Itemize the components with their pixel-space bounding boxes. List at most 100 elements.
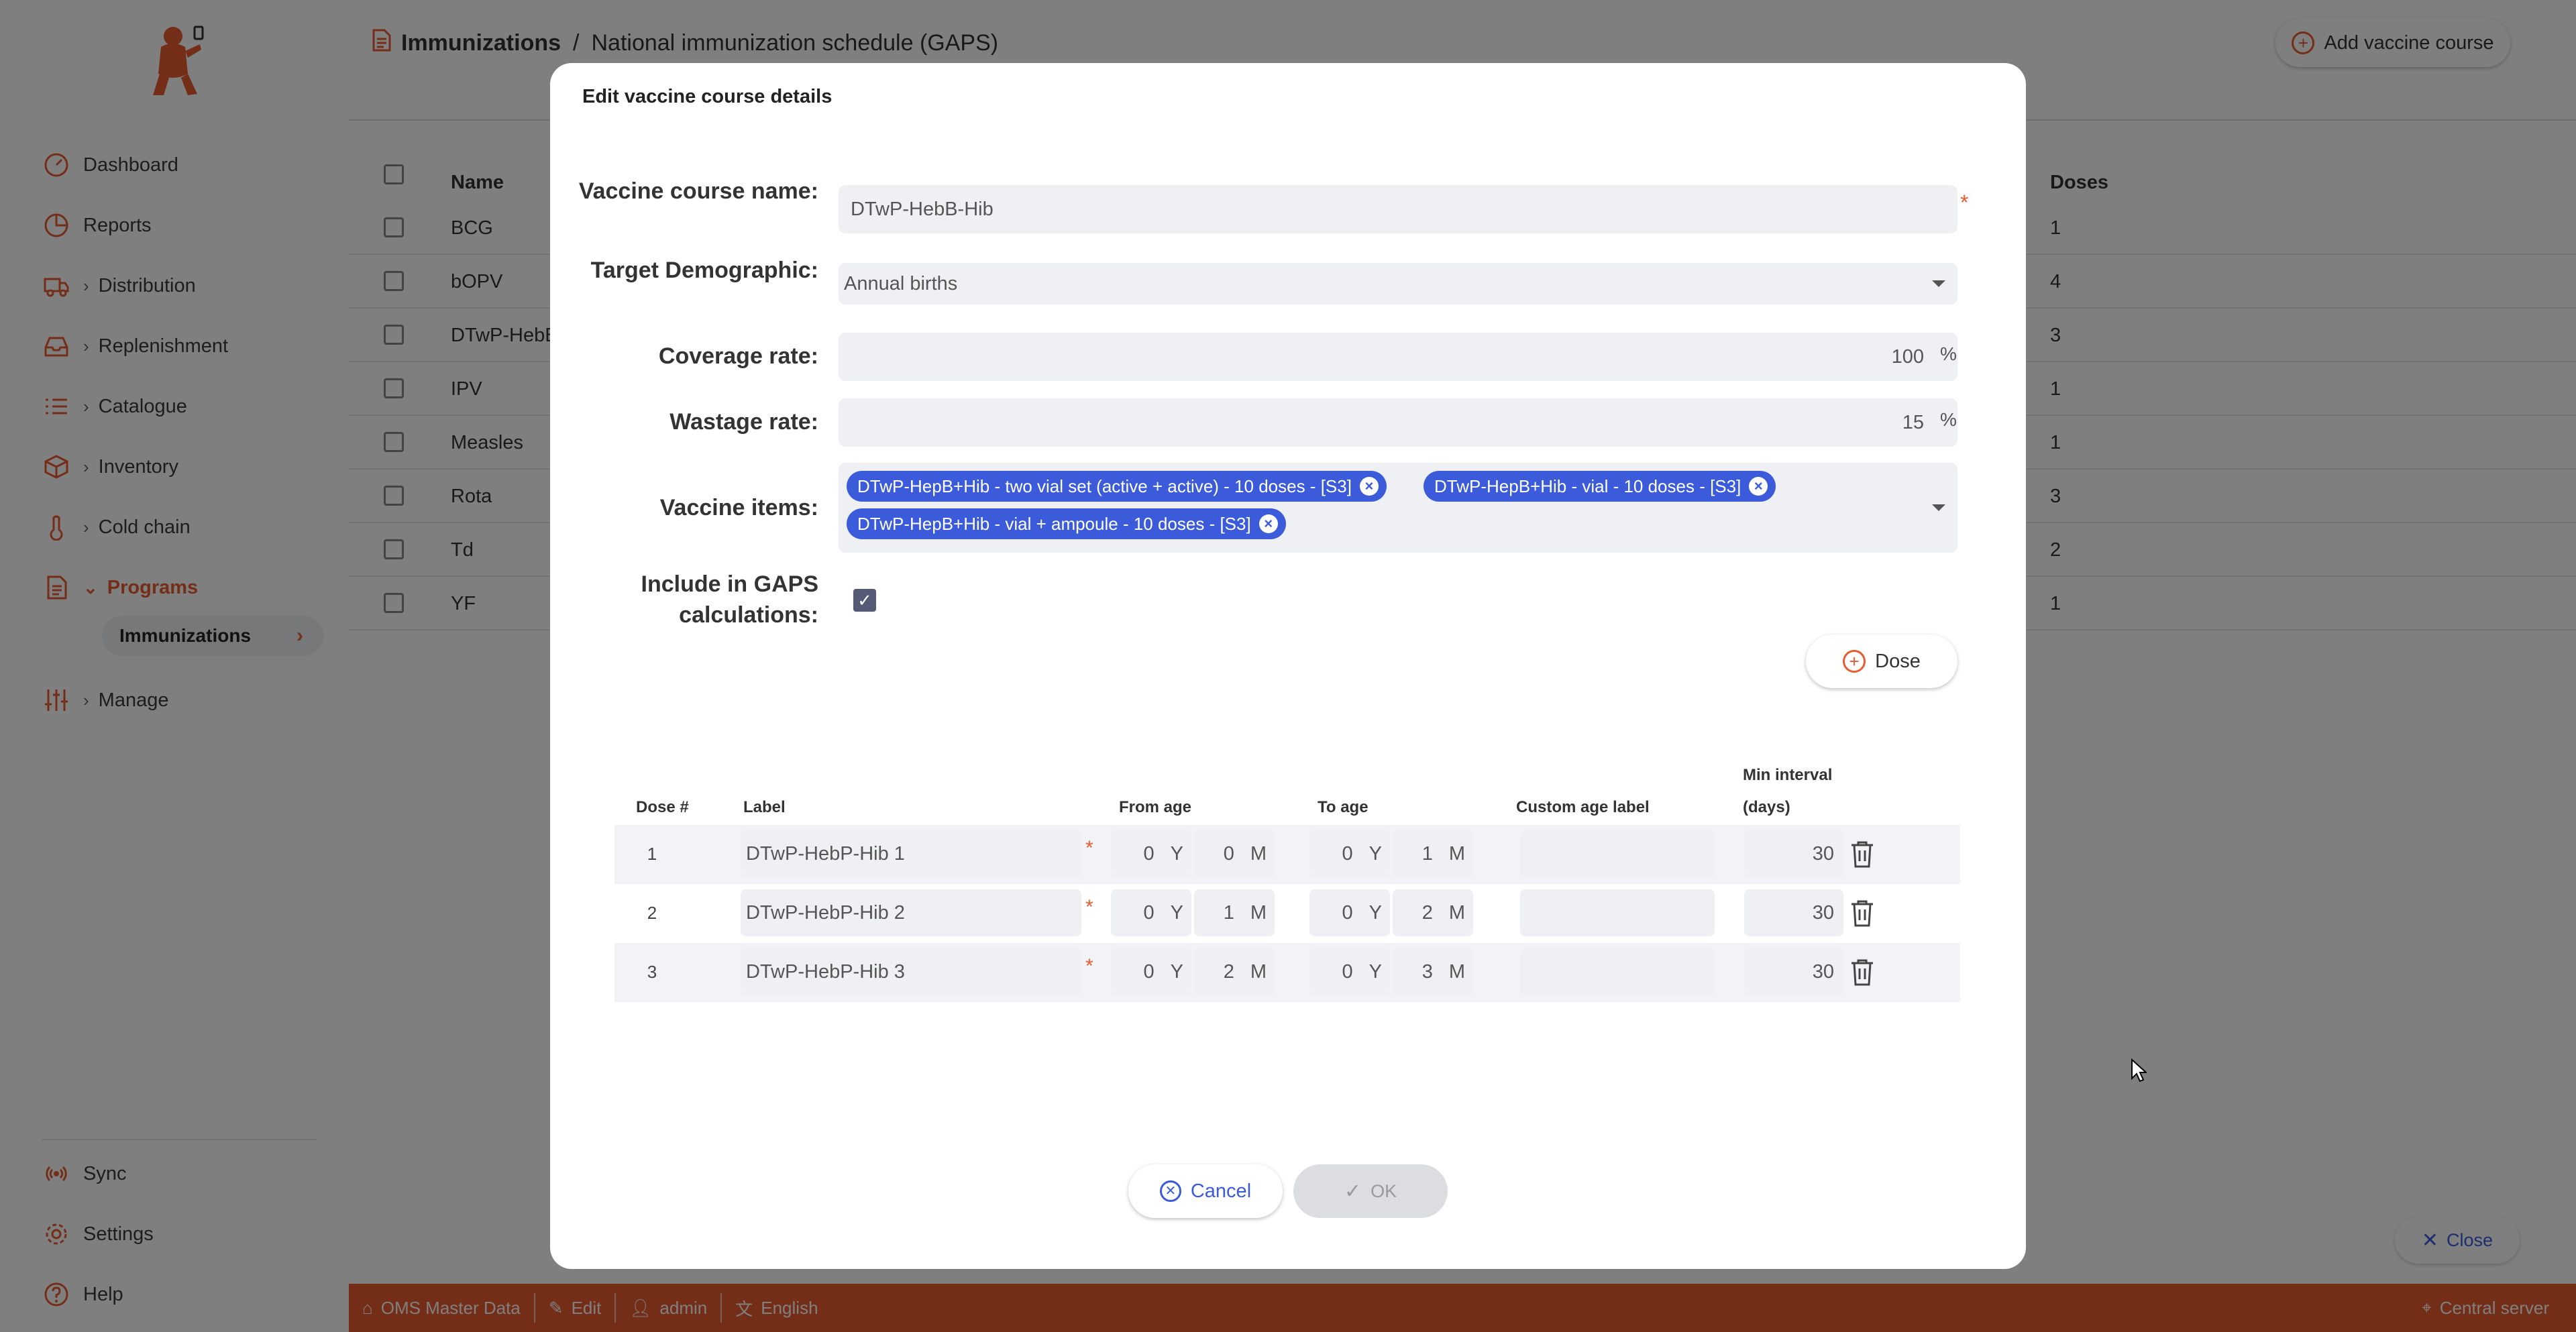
- to-age-months-value: 1: [1421, 842, 1433, 865]
- dose-number: 2: [647, 903, 657, 923]
- unit-label: Y: [1170, 901, 1183, 924]
- vaccine-item-chip: DTwP-HepB+Hib - vial - 10 doses - [S3] ×: [1424, 471, 1776, 502]
- plus-circle-icon: +: [1843, 650, 1866, 673]
- edit-vaccine-course-dialog: Edit vaccine course details Vaccine cour…: [550, 63, 2026, 1269]
- remove-chip-icon[interactable]: ×: [1359, 477, 1379, 496]
- add-dose-button[interactable]: + Dose: [1806, 634, 1957, 688]
- percent-unit: %: [1940, 409, 1957, 430]
- remove-chip-icon[interactable]: ×: [1258, 514, 1278, 533]
- vaccine-course-name-label: Vaccine course name:: [578, 178, 818, 204]
- dose-label-input[interactable]: DTwP-HebP-Hib 1: [741, 830, 1081, 877]
- unit-label: M: [1448, 901, 1465, 924]
- unit-label: Y: [1170, 960, 1183, 983]
- custom-age-label-input[interactable]: [1520, 830, 1715, 877]
- to-age-months-input[interactable]: 1M: [1393, 830, 1473, 877]
- required-marker: *: [1960, 190, 1969, 215]
- required-marker: *: [1085, 955, 1093, 977]
- delete-icon[interactable]: [1849, 958, 1876, 987]
- gaps-calculations-checkbox[interactable]: ✓: [853, 589, 876, 612]
- vaccine-item-chip-label: DTwP-HepB+Hib - two vial set (active + a…: [857, 476, 1352, 496]
- unit-label: Y: [1368, 901, 1382, 924]
- target-demographic-value: Annual births: [844, 272, 958, 294]
- column-header-to-age: To age: [1318, 798, 1368, 816]
- to-age-months-input[interactable]: 3M: [1393, 948, 1473, 995]
- from-age-months-input[interactable]: 1M: [1194, 889, 1275, 936]
- dose-label-input[interactable]: DTwP-HebP-Hib 2: [741, 889, 1081, 936]
- min-interval-input[interactable]: 30: [1744, 948, 1843, 995]
- to-age-months-value: 2: [1421, 901, 1433, 924]
- dose-label-input[interactable]: DTwP-HebP-Hib 3: [741, 948, 1081, 995]
- from-age-months-input[interactable]: 2M: [1194, 948, 1275, 995]
- min-interval-input[interactable]: 30: [1744, 830, 1843, 877]
- from-age-years-value: 0: [1143, 960, 1155, 983]
- min-interval-input[interactable]: 30: [1744, 889, 1843, 936]
- remove-chip-icon[interactable]: ×: [1749, 477, 1768, 496]
- from-age-years-input[interactable]: 0Y: [1111, 948, 1191, 995]
- custom-age-label-input[interactable]: [1520, 948, 1715, 995]
- dose-row: 2 DTwP-HebP-Hib 2 * 0Y 1M 0Y 2M 30: [614, 884, 1960, 943]
- percent-unit: %: [1940, 343, 1957, 364]
- to-age-years-input[interactable]: 0Y: [1309, 830, 1390, 877]
- mouse-cursor-icon: [2131, 1058, 2147, 1083]
- from-age-months-value: 0: [1223, 842, 1234, 865]
- from-age-months-value: 2: [1223, 960, 1234, 983]
- close-circle-icon: ✕: [1159, 1180, 1181, 1202]
- to-age-years-input[interactable]: 0Y: [1309, 948, 1390, 995]
- checkmark-icon: ✓: [857, 590, 872, 610]
- caret-down-icon: [1932, 280, 1945, 287]
- unit-label: M: [1250, 960, 1267, 983]
- delete-icon[interactable]: [1849, 840, 1876, 869]
- unit-label: M: [1250, 901, 1267, 924]
- cancel-label: Cancel: [1190, 1180, 1252, 1202]
- ok-button[interactable]: ✓ OK: [1293, 1164, 1448, 1218]
- vaccine-item-chip-label: DTwP-HepB+Hib - vial + ampoule - 10 dose…: [857, 513, 1251, 534]
- wastage-rate-label: Wastage rate:: [669, 409, 818, 435]
- to-age-months-value: 3: [1421, 960, 1433, 983]
- vaccine-item-chip: DTwP-HepB+Hib - two vial set (active + a…: [847, 471, 1387, 502]
- column-header-dose-number: Dose #: [636, 798, 689, 816]
- unit-label: M: [1448, 960, 1465, 983]
- column-header-custom-age-label: Custom age label: [1516, 798, 1650, 816]
- custom-age-label-input[interactable]: [1520, 889, 1715, 936]
- coverage-rate-input[interactable]: 100: [839, 333, 1957, 381]
- target-demographic-select[interactable]: Annual births: [839, 263, 1957, 304]
- add-dose-label: Dose: [1875, 650, 1921, 672]
- to-age-years-input[interactable]: 0Y: [1309, 889, 1390, 936]
- column-header-min-interval: Min interval: [1743, 766, 1833, 784]
- to-age-years-value: 0: [1342, 901, 1353, 924]
- ok-label: OK: [1371, 1180, 1397, 1201]
- dose-row: 3 DTwP-HebP-Hib 3 * 0Y 2M 0Y 3M 30: [614, 943, 1960, 1002]
- vaccine-course-name-input[interactable]: DTwP-HebB-Hib: [839, 185, 1957, 233]
- to-age-months-input[interactable]: 2M: [1393, 889, 1473, 936]
- dialog-title: Edit vaccine course details: [582, 86, 833, 107]
- from-age-months-value: 1: [1223, 901, 1234, 924]
- vaccine-item-chip: DTwP-HepB+Hib - vial + ampoule - 10 dose…: [847, 508, 1286, 539]
- required-marker: *: [1085, 896, 1093, 918]
- column-header-label: Label: [743, 798, 786, 816]
- to-age-years-value: 0: [1342, 842, 1353, 865]
- from-age-years-input[interactable]: 0Y: [1111, 830, 1191, 877]
- column-header-from-age: From age: [1119, 798, 1192, 816]
- dose-row: 1 DTwP-HebP-Hib 1 * 0Y 0M 0Y 1M 30: [614, 825, 1960, 884]
- unit-label: M: [1448, 842, 1465, 865]
- wastage-rate-input[interactable]: 15: [839, 398, 1957, 447]
- unit-label: Y: [1368, 960, 1382, 983]
- unit-label: Y: [1170, 842, 1183, 865]
- from-age-years-input[interactable]: 0Y: [1111, 889, 1191, 936]
- from-age-years-value: 0: [1143, 901, 1155, 924]
- delete-icon[interactable]: [1849, 899, 1876, 928]
- vaccine-items-select[interactable]: DTwP-HepB+Hib - two vial set (active + a…: [839, 463, 1957, 553]
- dose-number: 3: [647, 962, 657, 982]
- to-age-years-value: 0: [1342, 960, 1353, 983]
- from-age-years-value: 0: [1143, 842, 1155, 865]
- unit-label: M: [1250, 842, 1267, 865]
- coverage-rate-label: Coverage rate:: [658, 343, 818, 369]
- from-age-months-input[interactable]: 0M: [1194, 830, 1275, 877]
- cancel-button[interactable]: ✕ Cancel: [1128, 1164, 1283, 1218]
- required-marker: *: [1085, 837, 1093, 859]
- unit-label: Y: [1368, 842, 1382, 865]
- target-demographic-label: Target Demographic:: [590, 258, 818, 283]
- caret-down-icon: [1932, 504, 1945, 511]
- vaccine-item-chip-label: DTwP-HepB+Hib - vial - 10 doses - [S3]: [1434, 476, 1741, 496]
- gaps-calculations-label: Include in GAPS calculations:: [641, 571, 818, 628]
